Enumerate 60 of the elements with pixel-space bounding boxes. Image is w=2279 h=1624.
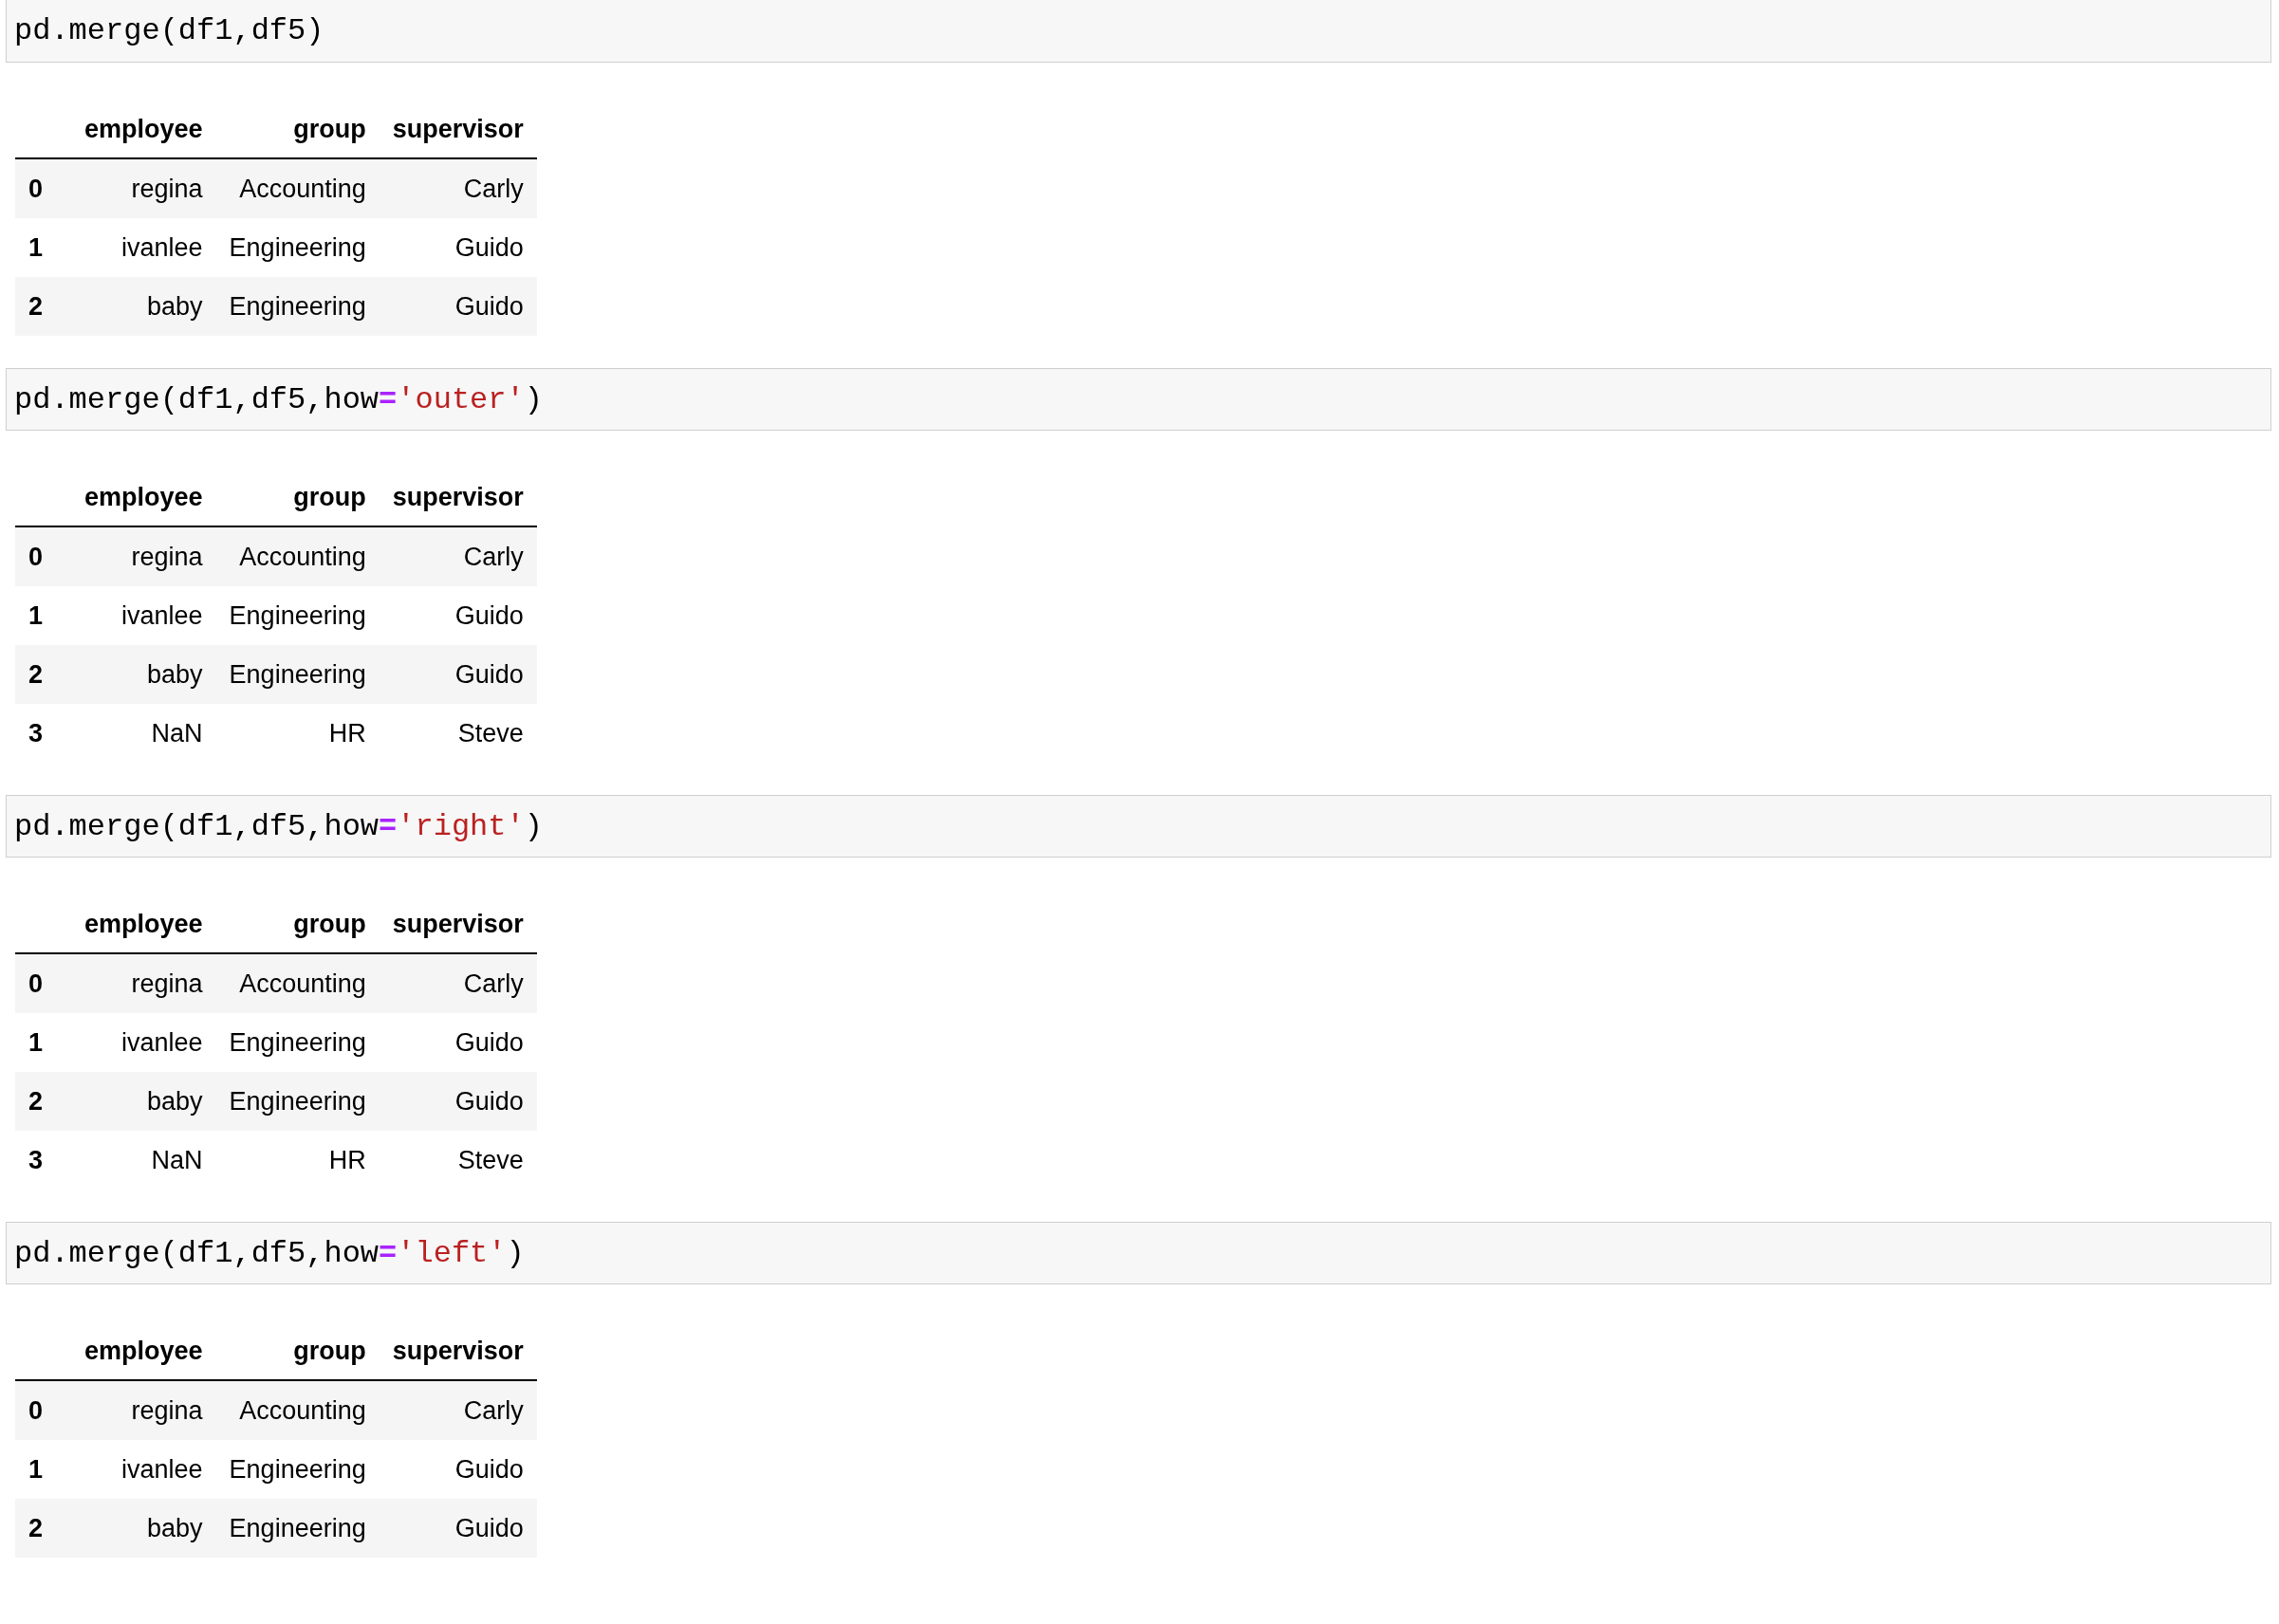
table-cell: baby	[71, 277, 216, 336]
table-cell: Guido	[379, 1072, 537, 1131]
row-index: 2	[15, 1072, 72, 1131]
row-index: 1	[15, 586, 72, 645]
table-cell: HR	[215, 704, 380, 763]
row-index: 3	[15, 1131, 72, 1190]
row-index: 1	[15, 1440, 72, 1499]
row-index: 2	[15, 1499, 72, 1558]
table-cell: regina	[71, 953, 216, 1013]
table-cell: Carly	[379, 1380, 537, 1440]
table-cell: Guido	[379, 277, 537, 336]
row-index: 2	[15, 645, 72, 704]
code-cell[interactable]: pd.merge(df1,df5)	[6, 0, 2271, 63]
table-cell: Engineering	[215, 1440, 380, 1499]
table-cell: NaN	[71, 704, 216, 763]
table-cell: Engineering	[215, 277, 380, 336]
row-index: 3	[15, 704, 72, 763]
row-index: 0	[15, 953, 72, 1013]
table-cell: baby	[71, 1072, 216, 1131]
row-index: 0	[15, 526, 72, 586]
table-cell: HR	[215, 1131, 380, 1190]
code-cell[interactable]: pd.merge(df1,df5,how='outer')	[6, 368, 2271, 431]
table-cell: Carly	[379, 526, 537, 586]
table-cell: Guido	[379, 1440, 537, 1499]
table-cell: ivanlee	[71, 1013, 216, 1072]
table-cell: ivanlee	[71, 218, 216, 277]
table-cell: Guido	[379, 645, 537, 704]
table-cell: Carly	[379, 158, 537, 218]
table-cell: Accounting	[215, 1380, 380, 1440]
row-index: 2	[15, 277, 72, 336]
table-cell: Engineering	[215, 1072, 380, 1131]
table-cell: ivanlee	[71, 1440, 216, 1499]
table-cell: regina	[71, 526, 216, 586]
table-cell: Guido	[379, 1013, 537, 1072]
table-cell: regina	[71, 1380, 216, 1440]
row-index: 0	[15, 158, 72, 218]
table-cell: Carly	[379, 953, 537, 1013]
table-cell: Engineering	[215, 1013, 380, 1072]
table-cell: baby	[71, 645, 216, 704]
table-cell: Engineering	[215, 1499, 380, 1558]
table-cell: baby	[71, 1499, 216, 1558]
table-cell: ivanlee	[71, 586, 216, 645]
table-cell: Accounting	[215, 953, 380, 1013]
table-cell: Guido	[379, 586, 537, 645]
table-cell: Guido	[379, 218, 537, 277]
table-cell: regina	[71, 158, 216, 218]
table-cell: Accounting	[215, 158, 380, 218]
table-cell: Accounting	[215, 526, 380, 586]
table-cell: Guido	[379, 1499, 537, 1558]
code-cell[interactable]: pd.merge(df1,df5,how='right')	[6, 795, 2271, 858]
row-index: 1	[15, 1013, 72, 1072]
row-index: 1	[15, 218, 72, 277]
table-cell: Steve	[379, 704, 537, 763]
row-index: 0	[15, 1380, 72, 1440]
table-cell: Engineering	[215, 586, 380, 645]
table-cell: Engineering	[215, 218, 380, 277]
table-cell: Steve	[379, 1131, 537, 1190]
code-cell[interactable]: pd.merge(df1,df5,how='left')	[6, 1222, 2271, 1284]
table-cell: NaN	[71, 1131, 216, 1190]
table-cell: Engineering	[215, 645, 380, 704]
